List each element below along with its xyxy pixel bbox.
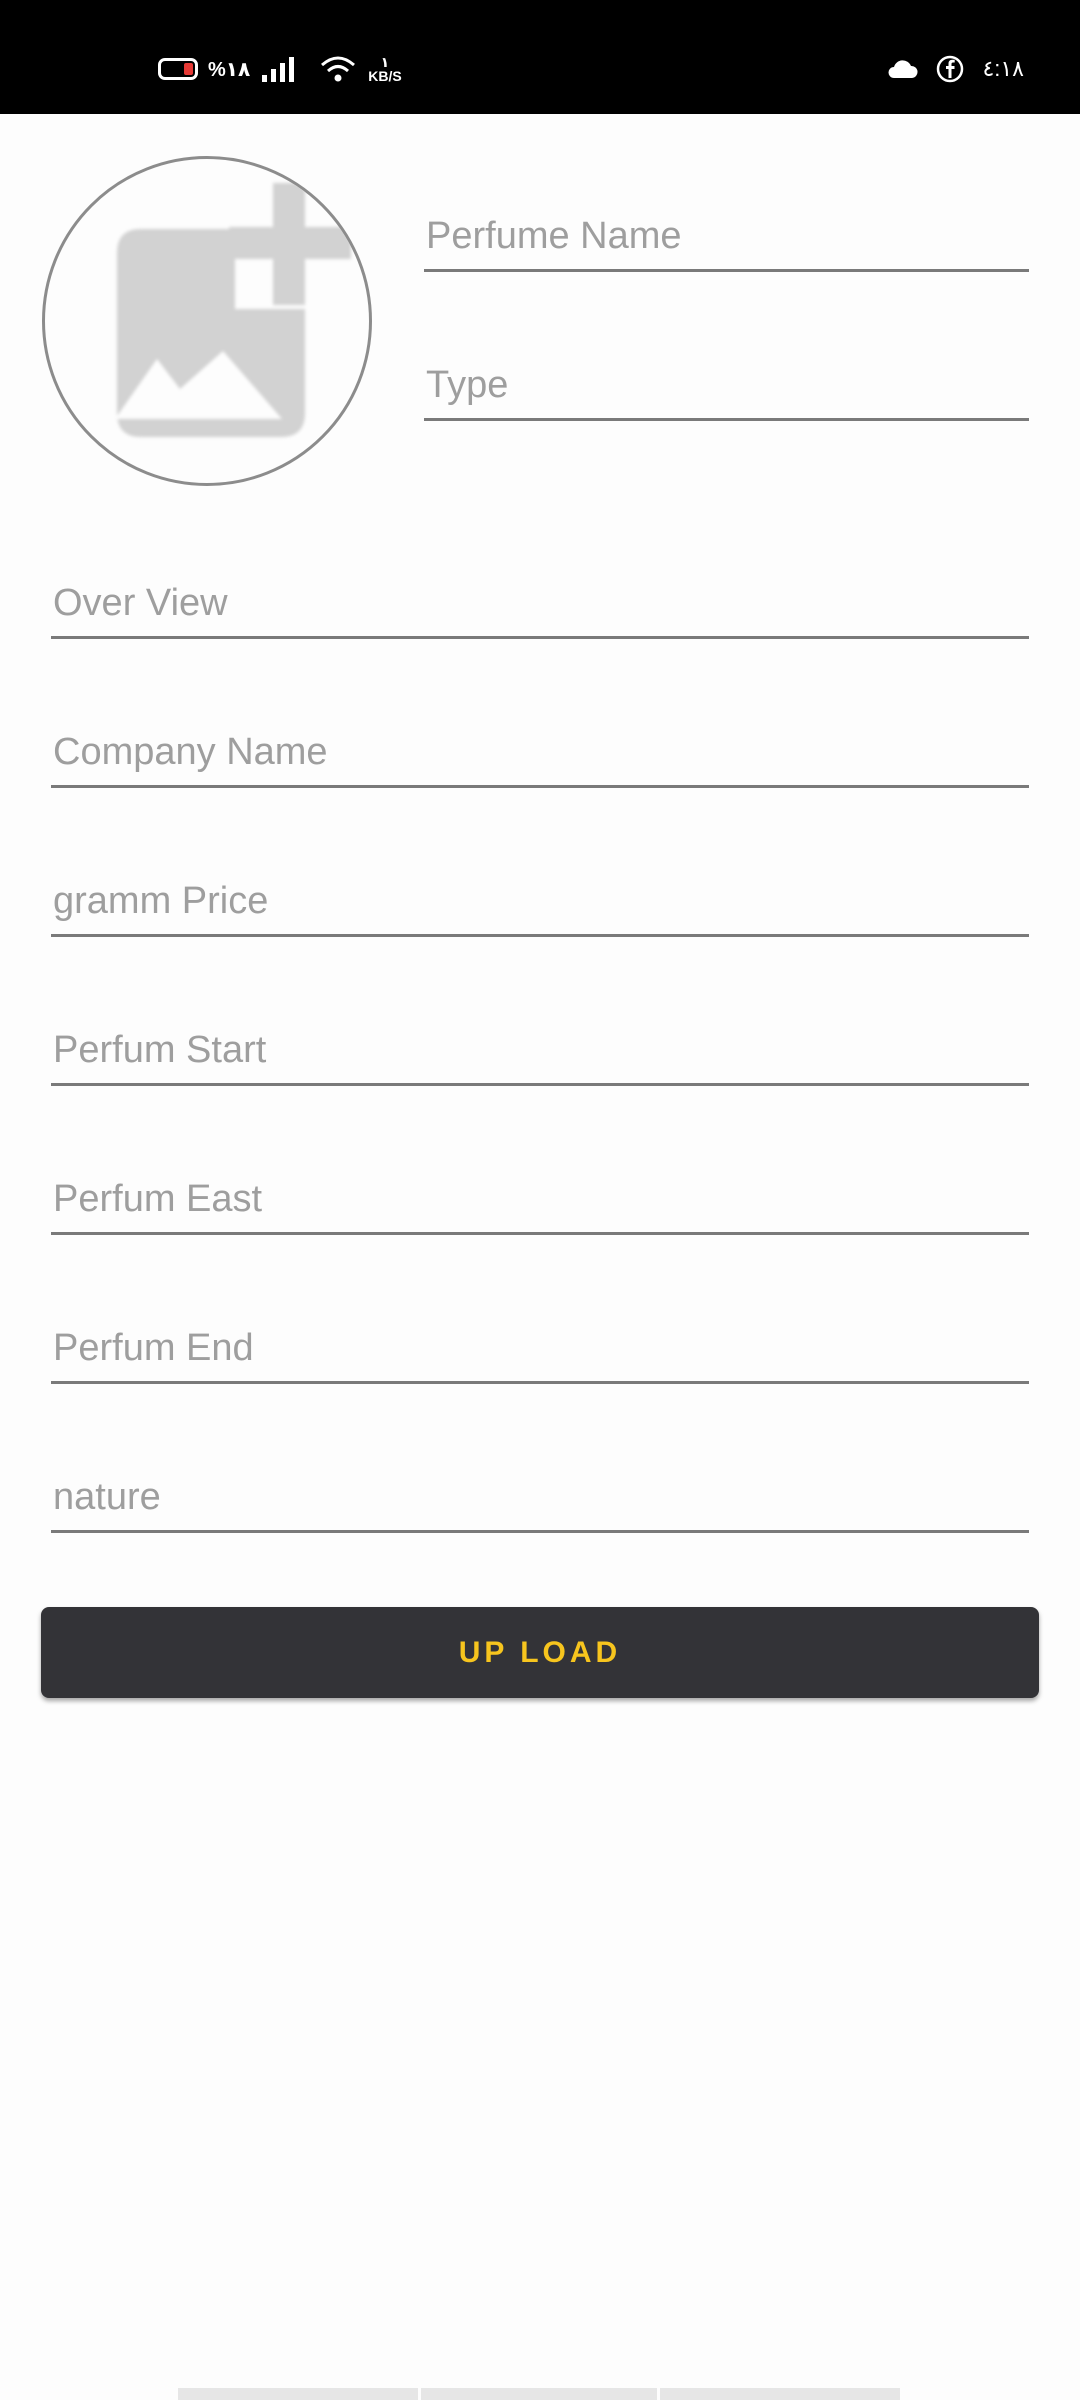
company-name-field[interactable] — [51, 698, 1029, 788]
network-speed: ١ KB/S — [368, 55, 401, 83]
nature-input[interactable] — [51, 1467, 1029, 1527]
perfume-name-underline — [424, 269, 1029, 272]
perfum-east-underline — [51, 1232, 1029, 1235]
gramm-price-field[interactable] — [51, 847, 1029, 937]
perfum-start-underline — [51, 1083, 1029, 1086]
overview-underline — [51, 636, 1029, 639]
perfum-end-input[interactable] — [51, 1318, 1029, 1378]
upload-button[interactable]: UP LOAD — [41, 1607, 1039, 1698]
overview-field[interactable] — [51, 549, 1029, 639]
wifi-icon — [321, 56, 356, 82]
add-photo-icon — [115, 183, 351, 437]
signal-icon — [262, 57, 295, 82]
perfum-end-field[interactable] — [51, 1294, 1029, 1384]
perfum-start-field[interactable] — [51, 996, 1029, 1086]
nature-field[interactable] — [51, 1443, 1029, 1533]
status-bar: %١٨ ١ KB/S ٤:١٨ — [0, 0, 1080, 114]
perfum-east-field[interactable] — [51, 1145, 1029, 1235]
perfume-name-input[interactable] — [424, 206, 1029, 266]
gramm-price-underline — [51, 934, 1029, 937]
perfum-east-input[interactable] — [51, 1169, 1029, 1229]
facebook-icon — [937, 55, 964, 83]
company-name-underline — [51, 785, 1029, 788]
nav-hint-right — [660, 2388, 900, 2400]
network-speed-value: ١ — [380, 54, 390, 70]
nav-hint-left — [178, 2388, 418, 2400]
status-right: ٤:١٨ — [886, 52, 1024, 86]
overview-input[interactable] — [51, 573, 1029, 633]
perfum-start-input[interactable] — [51, 1020, 1029, 1080]
company-name-input[interactable] — [51, 722, 1029, 782]
type-field[interactable] — [424, 331, 1029, 421]
type-input[interactable] — [424, 355, 1029, 415]
nav-hint-center — [421, 2388, 657, 2400]
network-speed-unit: KB/S — [368, 68, 402, 84]
cloud-icon — [888, 60, 918, 78]
battery-percent: %١٨ — [208, 58, 251, 81]
upload-button-label: UP LOAD — [458, 1635, 622, 1669]
status-left: %١٨ ١ KB/S — [158, 52, 402, 86]
perfum-end-underline — [51, 1381, 1029, 1384]
gramm-price-input[interactable] — [51, 871, 1029, 931]
type-underline — [424, 418, 1029, 421]
clock: ٤:١٨ — [982, 56, 1024, 81]
nature-underline — [51, 1530, 1029, 1533]
perfume-name-field[interactable] — [424, 182, 1029, 272]
battery-icon — [158, 58, 198, 80]
image-picker[interactable] — [42, 156, 372, 486]
